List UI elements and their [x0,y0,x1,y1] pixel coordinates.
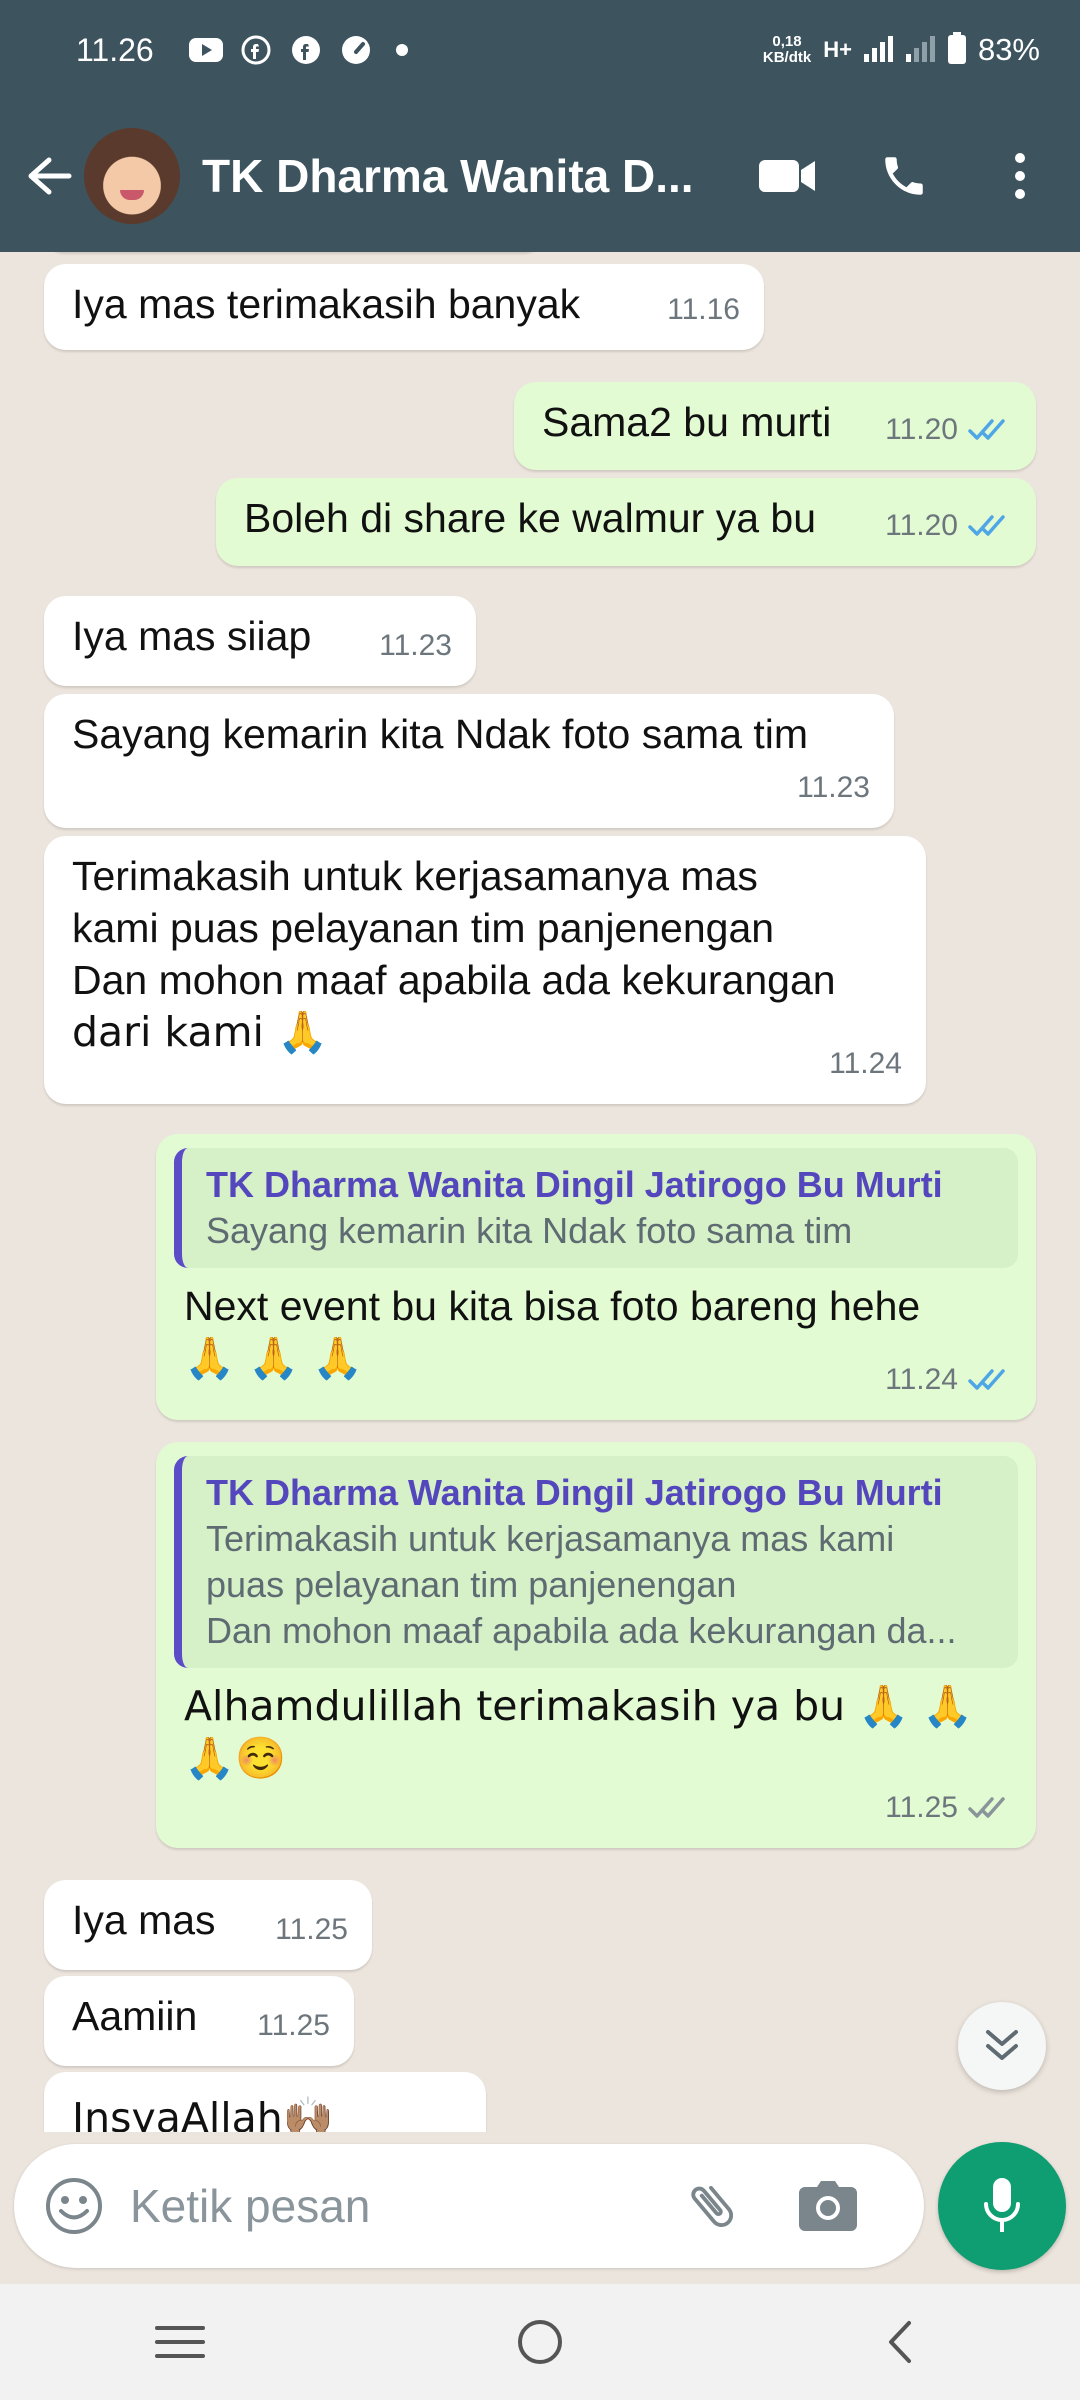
message-incoming[interactable]: InsyaAllah🙌🏽 [44,2072,486,2132]
scroll-to-bottom-button[interactable] [958,2002,1046,2090]
speed-gauge-icon [338,32,374,68]
message-line: Next event bu kita bisa foto bareng hehe [184,1283,921,1329]
camera-icon [799,2181,857,2231]
read-receipt-icon [968,515,1005,536]
back-arrow-icon [28,157,72,195]
message-time-value: 11.25 [275,1913,348,1946]
message-text: Sayang kemarin kita Ndak foto sama tim [72,711,809,757]
message-outgoing[interactable]: Boleh di share ke walmur ya bu 11.20 [216,478,1036,566]
message-time-value: 11.23 [379,629,452,662]
contact-avatar[interactable] [84,128,180,224]
message-time-value: 11.25 [257,2009,330,2042]
more-options-button[interactable] [990,146,1050,206]
message-outgoing[interactable]: Sama2 bu murti 11.20 [514,382,1036,470]
delivered-receipt-icon [968,1797,1005,1818]
message-composer [14,2144,924,2268]
message-line: dari kami 🙏 [72,1008,328,1056]
message-line: kami puas pelayanan tim panjenengan [72,905,775,951]
status-bar: 11.26 0,18 KB/dtk H+ 83% [0,0,1080,100]
chat-title[interactable]: TK Dharma Wanita D... [202,149,702,203]
message-time: 11.25 [257,2000,330,2052]
recent-apps-icon [155,2326,205,2358]
message-line: Terimakasih untuk kerjasamanya mas [72,853,758,899]
quoted-text: puas pelayanan tim panjenengan [206,1564,737,1605]
network-speed: 0,18 KB/dtk [763,34,811,66]
back-button[interactable] [14,141,84,211]
message-time: 11.25 [275,1904,348,1956]
message-time: 11.24 [829,1038,902,1090]
emoji-button[interactable] [42,2174,106,2238]
battery-icon [947,31,966,69]
message-time: 11.23 [797,762,870,814]
message-line: Dan mohon maaf apabila ada kekurangan [72,957,836,1003]
message-text: InsyaAllah🙌🏽 [72,2094,334,2132]
message-time-value: 11.16 [667,293,740,326]
smiley-icon [46,2178,102,2234]
voice-record-button[interactable] [938,2142,1066,2270]
message-line: 🙏☺️ [184,1734,287,1782]
more-vertical-icon [1015,153,1025,199]
network-type: H+ [823,37,852,62]
quoted-author: TK Dharma Wanita Dingil Jatirogo Bu Murt… [206,1164,943,1205]
message-time: 11.16 [667,284,740,336]
message-time: 11.20 [885,413,958,446]
quoted-message[interactable]: TK Dharma Wanita Dingil Jatirogo Bu Murt… [174,1148,1018,1268]
message-time: 11.23 [379,620,452,672]
quoted-text: Dan mohon maaf apabila ada kekurangan da… [206,1610,957,1651]
signal-weak-icon [905,34,936,67]
paperclip-icon [691,2185,734,2227]
message-incoming[interactable]: Iya mas siiap 11.23 [44,596,476,686]
network-speed-unit: KB/dtk [762,49,812,66]
video-call-button[interactable] [758,146,818,206]
chevron-left-icon [889,2321,911,2363]
message-input[interactable] [130,2179,670,2233]
message-time: 11.25 [885,1791,958,1824]
home-circle-icon [518,2320,562,2364]
message-meta: 11.25 [885,1782,1012,1834]
voice-call-button[interactable] [874,146,934,206]
microphone-icon [984,2178,1020,2232]
message-time-value: 11.23 [797,771,870,804]
phone-icon [885,157,923,195]
chat-header: TK Dharma Wanita D... [0,100,1080,252]
signal-icon [863,34,894,67]
quoted-message[interactable]: TK Dharma Wanita Dingil Jatirogo Bu Murt… [174,1456,1018,1668]
facebook-icon [288,32,324,68]
status-time: 11.26 [76,31,154,68]
message-meta: 11.20 [885,404,1012,456]
youtube-icon [188,32,224,68]
quoted-text: Terimakasih untuk kerjasamanya mas kami [206,1518,895,1559]
message-text: Iya mas terimakasih banyak [72,281,581,327]
message-outgoing-reply[interactable]: TK Dharma Wanita Dingil Jatirogo Bu Murt… [156,1134,1036,1420]
camera-button[interactable] [796,2174,860,2238]
network-speed-value: 0,18 [772,33,802,50]
message-time-value: 11.24 [829,1047,902,1080]
double-chevron-down-icon [986,2030,1018,2060]
message-list[interactable]: Iya mas terimakasih banyak 11.16 Sama2 b… [0,252,1080,2132]
attach-button[interactable] [680,2174,744,2238]
message-time: 11.24 [885,1363,958,1396]
message-incoming[interactable]: Iya mas terimakasih banyak 11.16 [44,264,764,350]
message-incoming[interactable]: Aamiin 11.25 [44,1976,354,2066]
message-outgoing-reply[interactable]: TK Dharma Wanita Dingil Jatirogo Bu Murt… [156,1442,1036,1848]
video-camera-icon [759,160,815,192]
battery-percentage: 83% [977,32,1040,67]
read-receipt-icon [968,1369,1005,1390]
quoted-text: Sayang kemarin kita Ndak foto sama tim [206,1210,853,1251]
message-incoming[interactable]: Terimakasih untuk kerjasamanya mas kami … [44,836,926,1104]
system-back-button[interactable] [860,2302,940,2382]
notification-dot-icon [395,44,408,56]
message-incoming[interactable]: Sayang kemarin kita Ndak foto sama tim 1… [44,694,894,828]
read-receipt-icon [968,419,1005,440]
facebook-icon [238,32,274,68]
message-meta: 11.20 [885,500,1012,552]
system-navigation-bar [0,2284,1080,2400]
message-line: Alhamdulillah terimakasih ya bu 🙏 🙏 [184,1682,974,1730]
message-incoming[interactable]: Iya mas 11.25 [44,1880,372,1970]
recent-apps-button[interactable] [140,2302,220,2382]
message-time: 11.20 [885,509,958,542]
home-button[interactable] [500,2302,580,2382]
quoted-author: TK Dharma Wanita Dingil Jatirogo Bu Murt… [206,1472,943,1513]
message-meta: 11.24 [885,1354,1012,1406]
